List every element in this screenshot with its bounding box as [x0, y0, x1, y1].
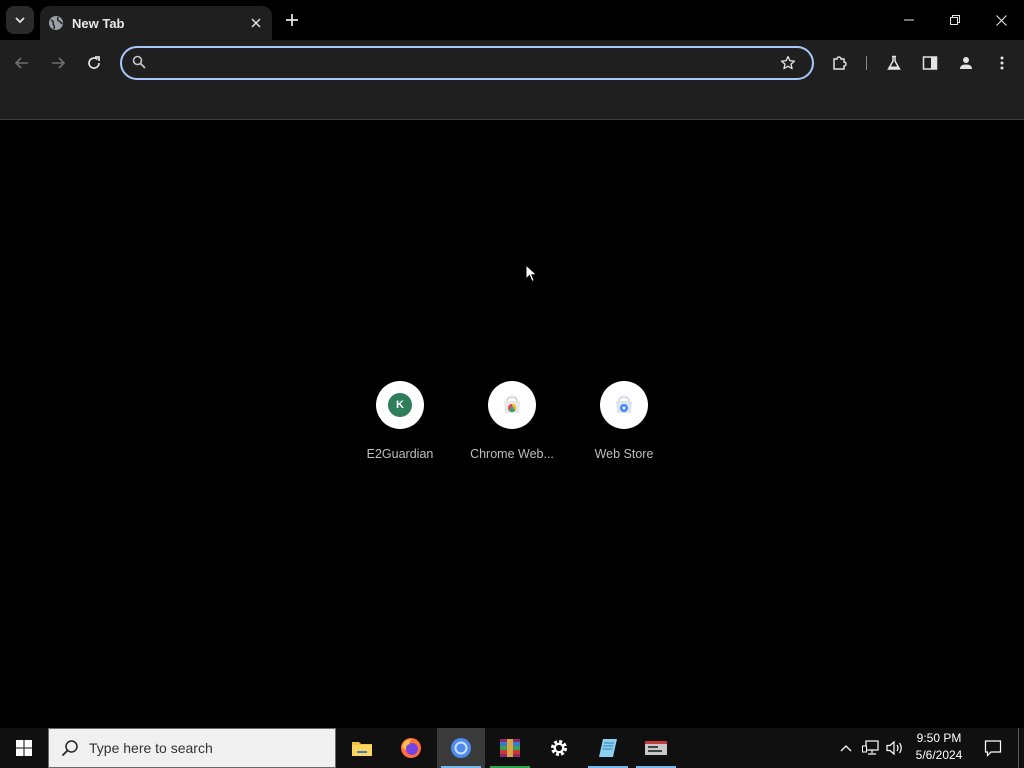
plus-icon — [286, 14, 298, 26]
taskbar-firefox[interactable] — [387, 728, 435, 768]
minimize-icon — [904, 19, 914, 21]
reload-button[interactable] — [80, 49, 108, 77]
browser-toolbar — [0, 40, 1024, 86]
toolbar-separator — [866, 56, 867, 70]
letter-badge-icon: K — [388, 393, 412, 417]
tab-close-button[interactable] — [246, 13, 266, 33]
taskbar-file-explorer[interactable] — [338, 728, 386, 768]
chrome-web-store-icon — [504, 396, 520, 413]
taskbar-settings[interactable] — [535, 728, 583, 768]
chevron-down-icon — [15, 17, 25, 24]
shortcut-e2guardian[interactable]: K E2Guardian — [350, 381, 450, 471]
globe-icon — [48, 15, 64, 31]
person-icon — [960, 57, 972, 69]
close-window-button[interactable] — [978, 0, 1024, 40]
chevron-up-icon — [840, 745, 852, 752]
gear-icon — [551, 740, 567, 756]
labs-button[interactable] — [880, 49, 908, 77]
shortcut-chrome-web-store[interactable]: Chrome Web... — [462, 381, 562, 471]
clock-date: 5/6/2024 — [915, 748, 963, 762]
web-store-icon — [616, 396, 632, 413]
shortcut-icon — [488, 381, 536, 429]
show-desktop-button[interactable] — [1018, 728, 1019, 768]
network-tray-button[interactable] — [860, 728, 882, 768]
restore-button[interactable] — [932, 0, 978, 40]
taskbar-search-box[interactable]: Type here to search — [48, 728, 336, 768]
address-bar[interactable] — [120, 46, 814, 80]
windows-logo-icon — [16, 740, 32, 756]
folder-icon — [352, 742, 372, 756]
star-icon — [780, 55, 796, 70]
shortcut-label: E2Guardian — [366, 447, 434, 461]
minimize-button[interactable] — [886, 0, 932, 40]
network-icon — [862, 740, 879, 755]
clock-time: 9:50 PM — [916, 731, 962, 745]
action-center-button[interactable] — [978, 728, 1008, 768]
forward-button[interactable] — [44, 49, 72, 77]
tab-strip: New Tab — [0, 0, 1024, 40]
mouse-cursor-icon — [525, 264, 538, 283]
shortcut-icon: K — [376, 381, 424, 429]
notepad-icon — [599, 739, 617, 757]
menu-button[interactable] — [988, 49, 1016, 77]
puzzle-icon — [833, 56, 847, 70]
notification-icon — [984, 740, 1002, 757]
tab-search-button[interactable] — [6, 6, 34, 34]
search-icon — [61, 739, 79, 757]
firefox-icon — [401, 738, 421, 758]
flask-icon — [887, 55, 901, 70]
extensions-button[interactable] — [826, 49, 854, 77]
volume-tray-button[interactable] — [884, 728, 906, 768]
taskbar-clock[interactable]: 9:50 PM 5/6/2024 — [906, 730, 972, 766]
winrar-icon — [500, 739, 520, 757]
arrow-left-icon — [14, 57, 28, 69]
taskbar: Type here to search 9:50 PM 5/6/2024 — [0, 728, 1024, 768]
taskbar-winrar[interactable] — [486, 728, 534, 768]
chrome-icon — [451, 738, 471, 758]
profile-button[interactable] — [952, 49, 980, 77]
restore-icon — [950, 15, 960, 25]
more-vert-icon — [1000, 56, 1004, 70]
taskbar-chrome[interactable] — [437, 728, 485, 768]
back-button[interactable] — [8, 49, 36, 77]
shortcut-icon — [600, 381, 648, 429]
shortcut-label: Web Store — [594, 447, 654, 461]
new-tab-button[interactable] — [280, 8, 304, 32]
new-tab-page: K E2Guardian Chrome Web... Web Store — [0, 121, 1024, 728]
show-hidden-icons-button[interactable] — [836, 728, 856, 768]
side-panel-button[interactable] — [916, 49, 944, 77]
arrow-right-icon — [52, 57, 66, 69]
start-button[interactable] — [0, 728, 48, 768]
close-icon — [995, 14, 1007, 26]
bookmarks-bar — [0, 86, 1024, 120]
application-window-icon — [645, 741, 667, 755]
tab-new-tab[interactable]: New Tab — [40, 6, 272, 40]
bookmark-star-button[interactable] — [776, 51, 800, 75]
side-panel-icon — [922, 56, 938, 70]
address-input[interactable] — [156, 55, 776, 71]
taskbar-notepad-app[interactable] — [584, 728, 632, 768]
tab-title: New Tab — [72, 15, 125, 31]
shortcut-label: Chrome Web... — [470, 447, 554, 461]
screen: New Tab K E2Guardian Chrome Web... Web S… — [0, 0, 1024, 768]
taskbar-app-window[interactable] — [632, 728, 680, 768]
reload-icon — [88, 56, 100, 69]
speaker-icon — [886, 740, 902, 756]
close-icon — [251, 18, 261, 28]
taskbar-search-placeholder: Type here to search — [89, 740, 213, 756]
search-icon — [132, 55, 148, 71]
shortcut-web-store[interactable]: Web Store — [574, 381, 674, 471]
